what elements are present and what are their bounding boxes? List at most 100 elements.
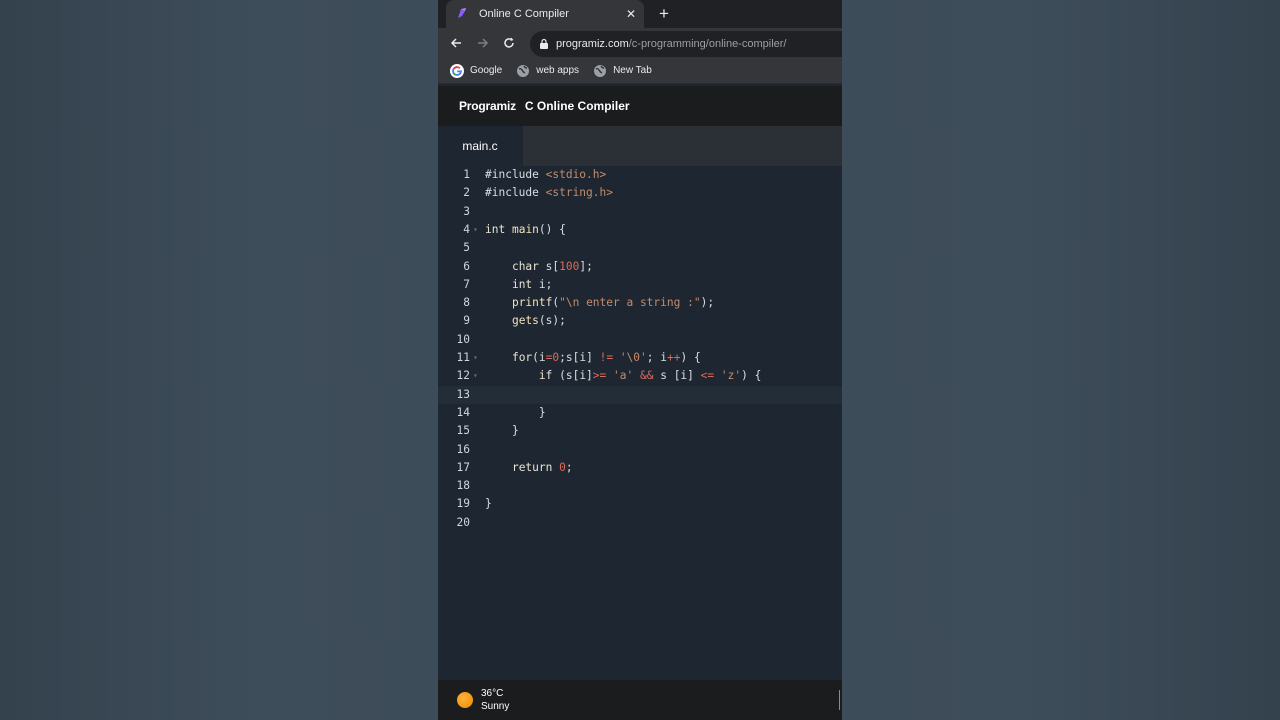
code-line[interactable]: 12 ▾ if (s[i]>= 'a' && s [i] <= 'z') { (438, 367, 842, 385)
code-token: printf (511, 296, 553, 310)
code-text: gets(s); (511, 314, 566, 328)
code-text: } (485, 405, 546, 419)
screen-recording: Online C Compiler ✕ + programiz.com/c-pr… (438, 0, 842, 720)
taskbar: 36°C Sunny (438, 680, 842, 720)
code-token: <stdio.h> (545, 168, 607, 181)
line-number: 12 (456, 369, 470, 383)
code-token: return (511, 460, 553, 474)
code-text: #include <stdio.h> (485, 168, 607, 181)
bookmark-label: New Tab (613, 65, 652, 76)
code-text: } (485, 497, 492, 511)
line-number: 9 (463, 314, 470, 328)
code-token: <= (700, 369, 715, 383)
programiz-favicon-icon (458, 8, 466, 18)
code-text: #include <string.h> (485, 186, 613, 200)
line-number: 6 (463, 259, 470, 273)
line-number: 13 (456, 387, 470, 401)
code-line[interactable]: 18 (438, 477, 842, 495)
code-token: 0 (552, 351, 560, 364)
code-token: 'z' (720, 369, 742, 383)
code-line[interactable]: 6 char s[100]; (438, 258, 842, 276)
line-number: 18 (456, 479, 470, 493)
code-token: "\n enter a string :" (559, 296, 701, 310)
code-line[interactable]: 13 (438, 385, 842, 404)
code-line[interactable]: 19} (438, 495, 842, 513)
line-number: 15 (456, 424, 470, 438)
url-text: programiz.com/c-programming/online-compi… (556, 38, 786, 50)
google-icon (450, 63, 464, 78)
code-token: 100 (559, 259, 580, 273)
code-line[interactable]: 5 (438, 239, 842, 257)
weather-widget[interactable]: 36°C Sunny (481, 688, 509, 713)
code-line[interactable]: 15 } (438, 422, 842, 440)
line-number: 16 (456, 442, 470, 456)
programiz-logo[interactable]: Programiz (459, 99, 516, 113)
lock-icon (540, 38, 548, 49)
bookmark-google[interactable]: Google (450, 63, 502, 78)
weather-condition: Sunny (481, 700, 510, 712)
back-button[interactable] (447, 34, 465, 52)
code-line[interactable]: 8 printf("\n enter a string :"); (438, 294, 842, 312)
file-tab-main-c[interactable]: main.c (438, 126, 522, 166)
line-number: 19 (456, 497, 470, 511)
bookmarks-bar: Google web apps New Tab (438, 58, 842, 84)
line-number: 10 (456, 332, 470, 346)
code-text: printf("\n enter a string :"); (511, 296, 715, 310)
fold-toggle-icon[interactable]: ▾ (473, 367, 478, 385)
bookmark-label: web apps (536, 65, 580, 76)
code-line[interactable]: 11 ▾ for(i=0;s[i] != '\0'; i++) { (438, 349, 842, 367)
page-title: C Online Compiler (524, 99, 630, 113)
code-text: char s[100]; (511, 259, 593, 273)
line-number: 1 (463, 168, 470, 181)
code-text: int i; (511, 277, 553, 291)
globe-icon (517, 64, 530, 77)
code-token: >= (592, 369, 607, 383)
browser-tab[interactable]: Online C Compiler ✕ (446, 0, 644, 28)
code-token: ++ (666, 351, 681, 364)
line-number: 14 (456, 405, 470, 419)
code-line[interactable]: 17 return 0; (438, 459, 842, 477)
fold-toggle-icon[interactable]: ▾ (473, 349, 478, 367)
forward-arrow-icon (478, 38, 489, 48)
code-line[interactable]: 16 (438, 441, 842, 459)
code-token: && (640, 369, 654, 383)
code-line[interactable]: 3 (438, 203, 842, 221)
code-line[interactable]: 10 (438, 331, 842, 349)
new-tab-button[interactable]: + (655, 5, 673, 23)
code-line[interactable]: 7 int i; (438, 276, 842, 294)
close-tab-icon[interactable]: ✕ (624, 7, 638, 21)
code-editor[interactable]: 1 #include <stdio.h> 2 #include <string.h> 3… (438, 166, 842, 680)
line-number: 5 (463, 241, 470, 255)
code-token: gets (511, 314, 539, 328)
code-text: int main() { (485, 222, 566, 236)
address-bar[interactable]: programiz.com/c-programming/online-compi… (530, 31, 842, 57)
bookmark-web-apps[interactable]: web apps (516, 64, 579, 78)
line-number: 11 (456, 351, 470, 364)
code-token: main (511, 222, 539, 236)
code-token: 'a' (613, 369, 634, 383)
code-line[interactable]: 2 #include <string.h> (438, 184, 842, 202)
code-token: 0 (559, 460, 566, 474)
code-token: for (511, 351, 533, 364)
url-path: /c-programming/online-compiler/ (628, 38, 787, 50)
site-header: Programiz C Online Compiler (438, 86, 842, 126)
line-number: 20 (456, 515, 470, 529)
bookmark-new-tab[interactable]: New Tab (593, 64, 652, 78)
forward-button[interactable] (474, 34, 492, 52)
code-line[interactable]: 4 ▾ int main() { (438, 221, 842, 239)
code-line[interactable]: 9 gets(s); (438, 312, 842, 330)
code-line[interactable]: 20 (438, 514, 842, 532)
code-token: if (538, 369, 553, 383)
line-number: 2 (463, 186, 470, 200)
code-line[interactable]: 14 } (438, 404, 842, 422)
code-line[interactable]: 1 #include <stdio.h> (438, 166, 842, 184)
tab-title: Online C Compiler (479, 8, 569, 20)
code-token: != (599, 351, 614, 364)
fold-toggle-icon[interactable]: ▾ (473, 221, 478, 239)
code-text: return 0; (511, 460, 573, 474)
browser-tab-strip: Online C Compiler ✕ + (438, 0, 842, 28)
reload-button[interactable] (500, 34, 518, 52)
code-token: '\0' (619, 351, 647, 364)
code-token: char (511, 259, 539, 273)
browser-toolbar: programiz.com/c-programming/online-compi… (438, 28, 842, 58)
